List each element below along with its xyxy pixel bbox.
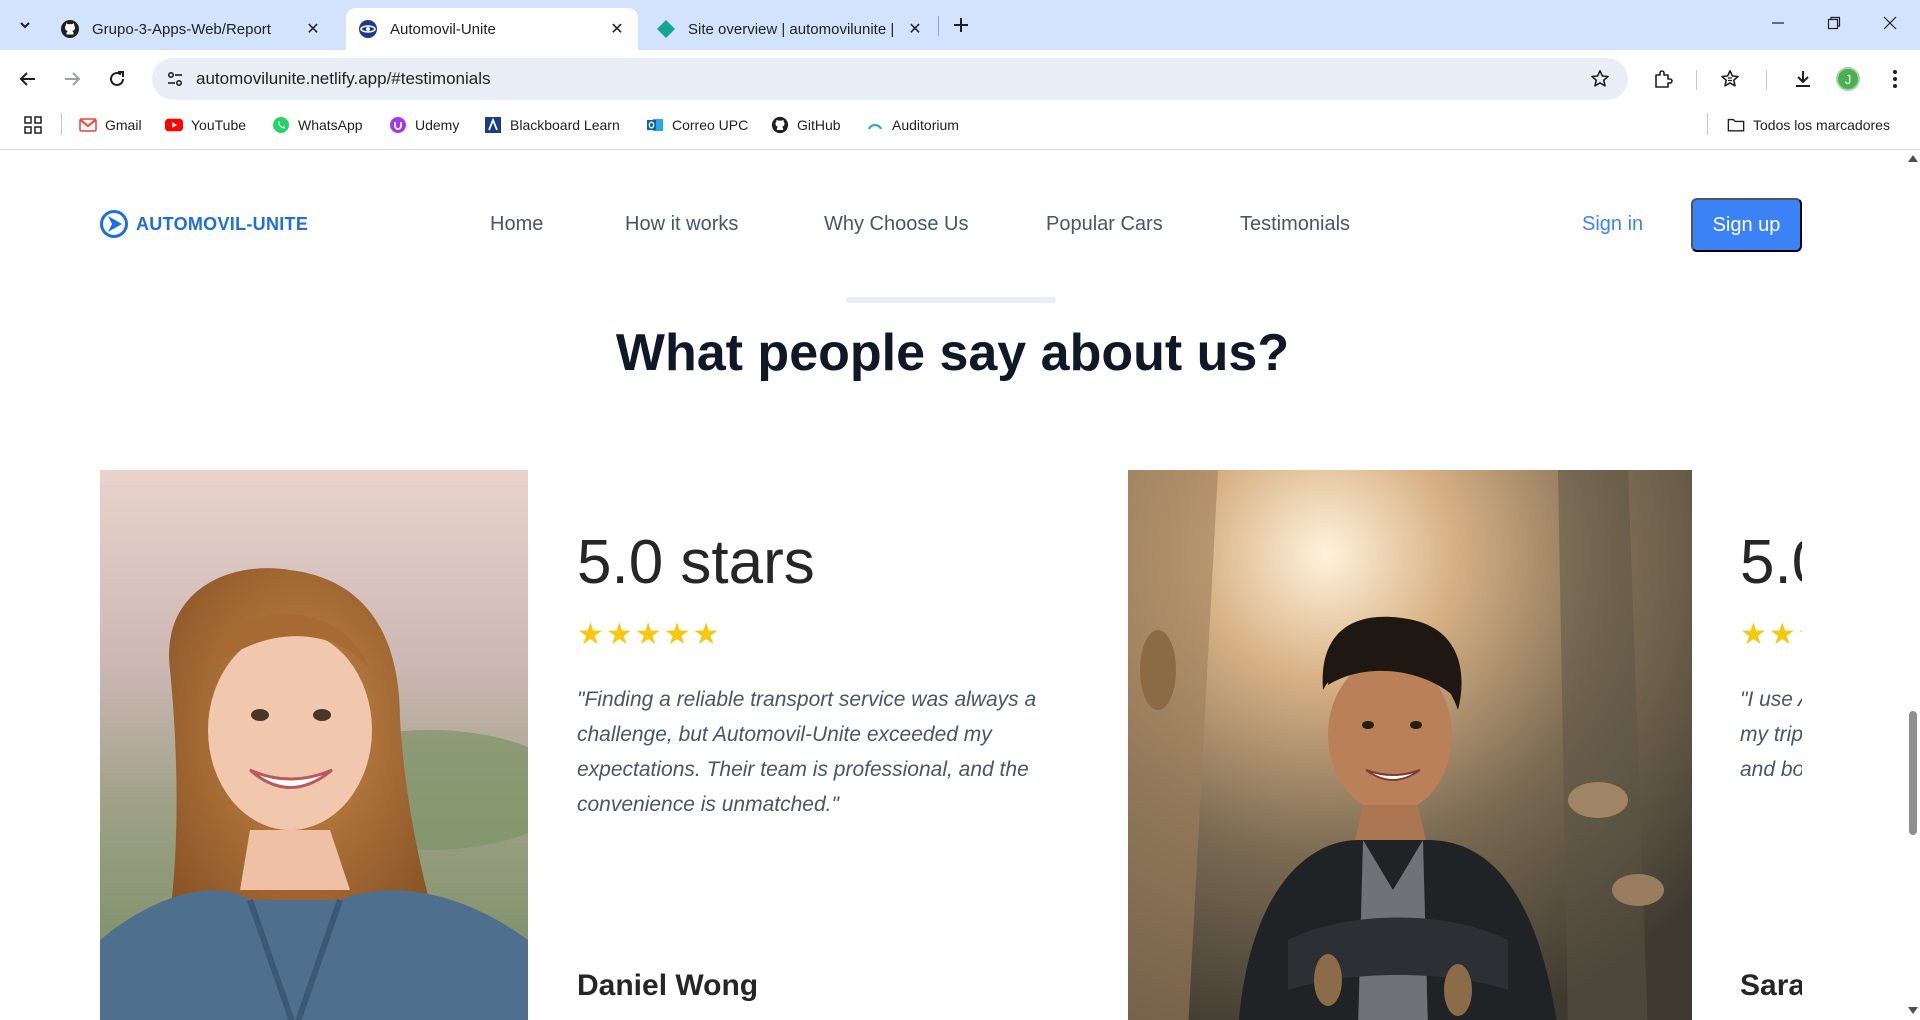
bookmark-label: Auditorium (892, 117, 959, 133)
section-divider (846, 297, 1056, 303)
github-icon (771, 116, 789, 134)
scrollbar-thumb[interactable] (1909, 711, 1917, 835)
tab-search-chevron-icon[interactable] (12, 12, 38, 38)
reviewer-name: Daniel Wong (577, 969, 759, 1002)
logo-mark-icon (100, 210, 128, 238)
bookmark-whatsapp[interactable]: WhatsApp (272, 114, 363, 136)
bookmark-blackboard[interactable]: Blackboard Learn (484, 114, 620, 136)
reload-icon[interactable] (102, 64, 132, 94)
site-header: AUTOMOVIL-UNITE Home How it works Why Ch… (0, 151, 1905, 283)
tab-separator (938, 16, 939, 36)
nav-how-it-works[interactable]: How it works (625, 213, 738, 236)
bookmark-star-icon[interactable] (1588, 67, 1612, 91)
tab-strip: Grupo-3-Apps-Web/Report ✕ Automovil-Unit… (0, 0, 1920, 50)
tab-automovil-unite[interactable]: Automovil-Unite ✕ (346, 8, 638, 50)
url-path: /#testimonials (386, 69, 491, 88)
auditorium-icon (866, 116, 884, 134)
profile-avatar[interactable]: J (1836, 67, 1860, 91)
download-icon[interactable] (1788, 64, 1818, 94)
site-info-tune-icon[interactable] (162, 66, 188, 92)
rating-text: 5.0 stars (1740, 528, 1802, 597)
udemy-icon (389, 116, 407, 134)
bookmark-github[interactable]: GitHub (771, 114, 841, 136)
tab-site-overview[interactable]: Site overview | automovilunite | ✕ (644, 8, 936, 50)
testimonial-card-2-clipped: 5.0 stars ★★★★★ "I use Automovil-Unite f… (1740, 470, 1802, 1020)
bookmarks-star-list-icon[interactable] (1715, 64, 1745, 94)
tab-title: Automovil-Unite (390, 20, 496, 38)
url-host: automovilunite.netlify.app (196, 69, 387, 88)
testimonials-heading: What people say about us? (615, 324, 1290, 382)
brand-name: AUTOMOVIL-UNITE (136, 213, 309, 234)
github-icon (60, 19, 80, 39)
close-tab-icon[interactable]: ✕ (906, 20, 924, 38)
bookmark-label: YouTube (191, 117, 247, 133)
bookmark-youtube[interactable]: YouTube (165, 114, 246, 136)
sign-up-button[interactable]: Sign up (1691, 198, 1802, 252)
tab-title: Grupo-3-Apps-Web/Report (92, 20, 271, 38)
kebab-menu-icon[interactable] (1880, 64, 1910, 94)
youtube-icon (165, 116, 183, 134)
close-tab-icon[interactable]: ✕ (304, 20, 322, 38)
bookmark-label: GitHub (797, 117, 841, 133)
bookmark-correo-upc[interactable]: Correo UPC (646, 114, 748, 136)
restore-icon[interactable] (1814, 8, 1854, 38)
toolbar-separator (1696, 70, 1697, 90)
bookmarks-separator (1707, 113, 1708, 135)
blackboard-icon (484, 116, 502, 134)
bookmark-label: Todos los marcadores (1753, 117, 1890, 133)
brand-logo[interactable]: AUTOMOVIL-UNITE (100, 209, 308, 239)
all-bookmarks-folder[interactable]: Todos los marcadores (1727, 114, 1890, 136)
bookmark-label: WhatsApp (298, 117, 363, 133)
bookmark-udemy[interactable]: Udemy (389, 114, 459, 136)
nav-popular-cars[interactable]: Popular Cars (1046, 213, 1163, 236)
close-window-icon[interactable] (1870, 8, 1910, 38)
bookmark-label: Udemy (415, 117, 460, 133)
bookmark-label: Gmail (105, 117, 142, 133)
nav-testimonials[interactable]: Testimonials (1240, 213, 1350, 236)
scroll-up-arrow-icon[interactable] (1908, 155, 1918, 162)
star-rating: ★★★★★ (577, 618, 722, 651)
back-arrow-icon[interactable] (13, 64, 43, 94)
page-scrollbar[interactable] (1905, 151, 1920, 1020)
rating-text: 5.0 stars (577, 528, 815, 597)
scroll-down-arrow-icon[interactable] (1908, 1007, 1918, 1014)
bookmark-auditorium[interactable]: Auditorium (866, 114, 959, 136)
bookmark-gmail[interactable]: Gmail (79, 114, 142, 136)
close-tab-icon[interactable]: ✕ (608, 20, 626, 38)
address-bar[interactable]: automovilunite.netlify.app/#testimonials (152, 58, 1628, 100)
bookmark-label: Correo UPC (672, 117, 749, 133)
folder-icon (1727, 116, 1745, 134)
tab-title: Site overview | automovilunite | (688, 20, 895, 38)
toolbar-separator (1766, 70, 1767, 90)
forward-arrow-icon[interactable] (57, 64, 87, 94)
testimonial-quote: "Finding a reliable transport service wa… (577, 688, 1037, 816)
bookmarks-separator (61, 113, 62, 135)
url-text[interactable]: automovilunite.netlify.app/#testimonials (196, 69, 491, 89)
nav-home[interactable]: Home (490, 213, 543, 236)
new-tab-plus-icon[interactable] (948, 12, 974, 38)
whatsapp-icon (272, 116, 290, 134)
netlify-icon (656, 19, 676, 39)
testimonial-photo-woman (100, 470, 528, 1020)
gmail-icon (79, 116, 97, 134)
testimonial-quote: "I use Automovil-Unite for all my trips,… (1740, 688, 1802, 781)
sign-in-link[interactable]: Sign in (1582, 213, 1643, 236)
outlook-icon (646, 116, 664, 134)
minimize-icon[interactable] (1758, 8, 1798, 38)
site-favicon (358, 19, 378, 39)
extensions-puzzle-icon[interactable] (1648, 64, 1678, 94)
page-viewport: AUTOMOVIL-UNITE Home How it works Why Ch… (0, 151, 1905, 1020)
bookmark-label: Blackboard Learn (510, 117, 620, 133)
star-rating: ★★★★★ (1740, 618, 1802, 651)
testimonial-photo-man (1128, 470, 1692, 1020)
apps-grid-icon[interactable] (22, 114, 44, 136)
reviewer-name: Sara (1740, 969, 1802, 1002)
nav-why-choose-us[interactable]: Why Choose Us (824, 213, 969, 236)
tab-github-report[interactable]: Grupo-3-Apps-Web/Report ✕ (48, 8, 334, 50)
